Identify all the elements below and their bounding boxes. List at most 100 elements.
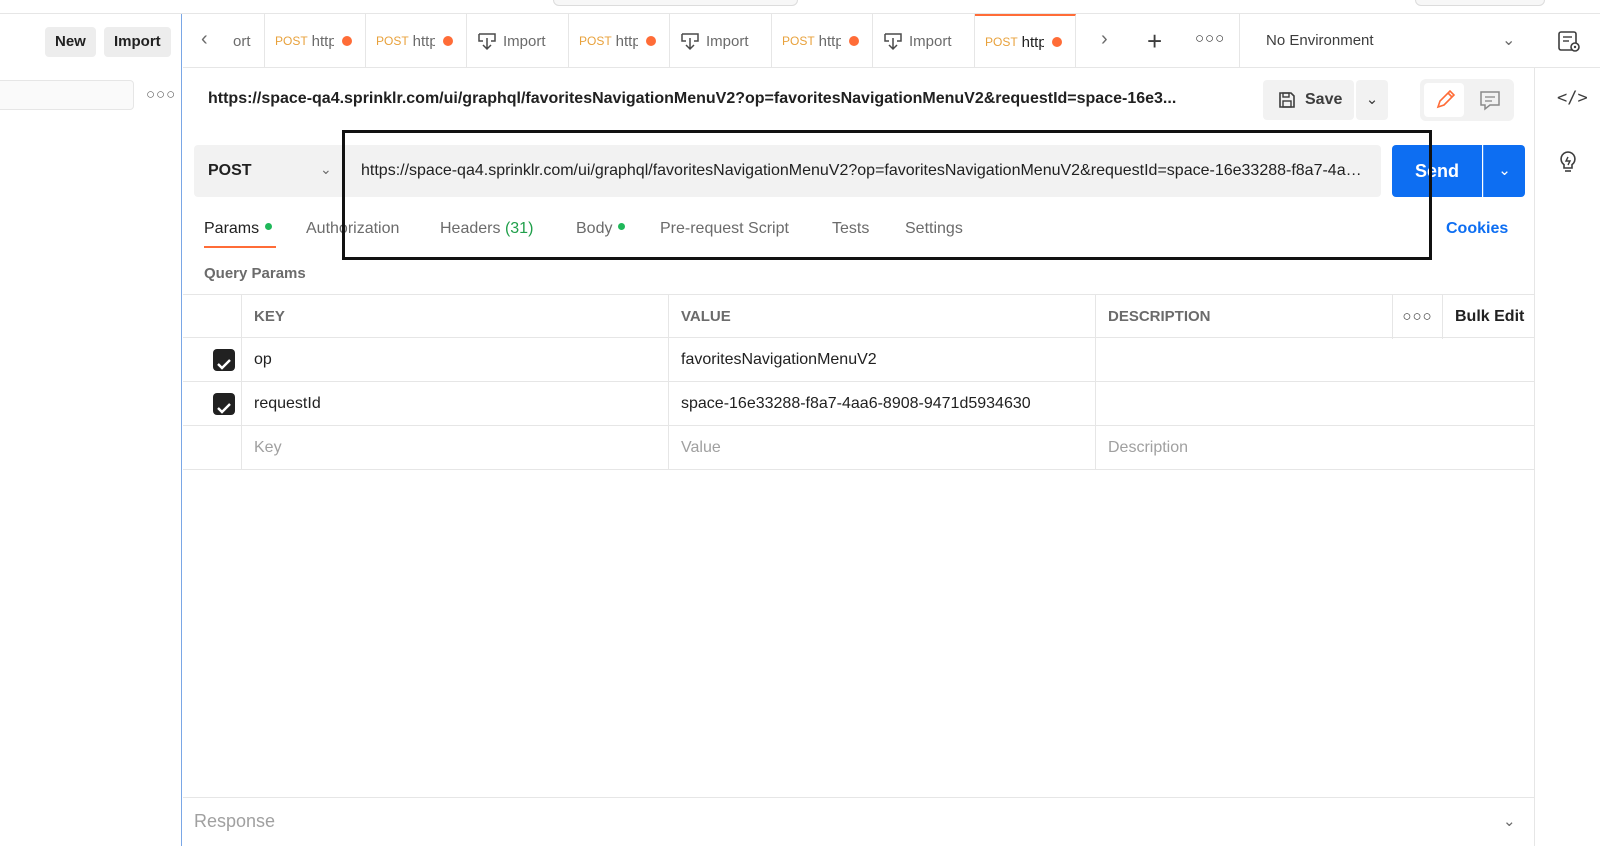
import-icon xyxy=(478,33,496,51)
new-button[interactable]: New xyxy=(45,27,96,57)
param-key-placeholder[interactable]: Key xyxy=(242,426,669,470)
new-tab-plus-icon[interactable]: + xyxy=(1147,26,1162,57)
column-header-description: DESCRIPTION xyxy=(1096,295,1393,339)
param-key-cell[interactable]: op xyxy=(242,338,669,382)
param-value-placeholder[interactable]: Value xyxy=(669,426,1096,470)
import-icon xyxy=(681,33,699,51)
send-options-chevron-icon[interactable]: ⌄ xyxy=(1483,145,1525,197)
header-checkbox-cell xyxy=(183,295,242,339)
tab-import[interactable]: Import xyxy=(670,14,772,68)
tab-method: POST xyxy=(579,34,612,48)
http-method-label: POST xyxy=(208,162,252,179)
checkbox-checked[interactable] xyxy=(213,349,235,371)
tab-name: http xyxy=(818,32,841,50)
tab-partial[interactable]: ort xyxy=(225,14,265,68)
checkmark-icon xyxy=(217,403,231,414)
query-params-heading: Query Params xyxy=(204,265,306,282)
save-button[interactable]: Save xyxy=(1263,80,1354,120)
tab-more-icon[interactable]: ○○○ xyxy=(1195,30,1225,47)
checkmark-icon xyxy=(217,359,231,370)
tab-headers[interactable]: Headers (31) xyxy=(440,220,533,238)
column-options-icon[interactable]: ○○○ xyxy=(1393,295,1443,339)
import-icon xyxy=(884,33,902,51)
table-row-empty: Key Value Description xyxy=(183,426,1534,470)
tab-settings[interactable]: Settings xyxy=(905,220,963,238)
http-method-select[interactable]: POST ⌄ xyxy=(194,145,344,197)
right-sidebar: </> xyxy=(1534,68,1600,846)
unsaved-dot-icon xyxy=(341,36,352,46)
tab-post-request[interactable]: POST http xyxy=(265,14,366,68)
comments-mode-button[interactable] xyxy=(1472,83,1508,117)
tab-name: ort xyxy=(233,32,251,50)
param-description-cell[interactable] xyxy=(1096,338,1534,382)
chevron-down-icon: ⌄ xyxy=(320,161,332,177)
tab-body[interactable]: Body xyxy=(576,220,626,238)
top-right-control[interactable] xyxy=(1415,0,1545,6)
view-mode-toggle xyxy=(1420,79,1514,121)
tab-tests[interactable]: Tests xyxy=(832,220,869,238)
unsaved-dot-icon xyxy=(1051,37,1062,47)
tab-authorization[interactable]: Authorization xyxy=(306,220,399,238)
save-label: Save xyxy=(1305,91,1343,108)
tab-name: http xyxy=(412,32,435,50)
tab-method: POST xyxy=(275,34,308,48)
unsaved-dot-icon xyxy=(442,36,453,46)
column-header-value: VALUE xyxy=(669,295,1096,339)
tab-post-request[interactable]: POST http xyxy=(366,14,467,68)
tab-import[interactable]: Import xyxy=(467,14,569,68)
column-header-key: KEY xyxy=(242,295,669,339)
sidebar-search-input[interactable] xyxy=(0,80,134,110)
tab-method: POST xyxy=(985,35,1018,49)
param-value-cell[interactable]: favoritesNavigationMenuV2 xyxy=(669,338,1096,382)
cookies-link[interactable]: Cookies xyxy=(1446,220,1508,238)
save-icon xyxy=(1279,92,1295,108)
row-checkbox-cell xyxy=(183,338,242,382)
environment-quick-look-icon[interactable] xyxy=(1556,28,1582,54)
import-button[interactable]: Import xyxy=(104,27,171,57)
top-search-bar[interactable] xyxy=(553,0,798,6)
tab-post-request[interactable]: POST http xyxy=(772,14,873,68)
request-title[interactable]: https://space-qa4.sprinklr.com/ui/graphq… xyxy=(208,90,1218,108)
environment-selector[interactable]: No Environment ⌄ xyxy=(1239,14,1544,68)
table-row: requestId space-16e33288-f8a7-4aa6-8908-… xyxy=(183,382,1534,426)
tab-name: http xyxy=(311,32,334,50)
row-checkbox-cell xyxy=(183,426,242,470)
table-header-row: KEY VALUE DESCRIPTION ○○○ Bulk Edit xyxy=(183,294,1534,339)
tab-name: Import xyxy=(909,32,952,50)
tab-post-request-active[interactable]: POST http xyxy=(975,14,1076,68)
environment-label: No Environment xyxy=(1266,32,1374,49)
save-options-chevron-icon[interactable]: ⌄ xyxy=(1356,80,1388,120)
tab-params[interactable]: Params xyxy=(204,220,273,238)
param-description-placeholder[interactable]: Description xyxy=(1096,426,1534,470)
lightbulb-icon[interactable] xyxy=(1557,150,1579,176)
checkbox-checked[interactable] xyxy=(213,393,235,415)
code-snippet-icon[interactable]: </> xyxy=(1557,88,1588,108)
tab-import[interactable]: Import xyxy=(873,14,975,68)
param-value-cell[interactable]: space-16e33288-f8a7-4aa6-8908-9471d59346… xyxy=(669,382,1096,426)
pencil-icon xyxy=(1436,89,1456,109)
tab-name: http xyxy=(615,32,638,50)
chevron-down-icon: ⌄ xyxy=(1502,32,1516,49)
table-row: op favoritesNavigationMenuV2 xyxy=(183,338,1534,382)
tab-method: POST xyxy=(782,34,815,48)
edit-mode-button[interactable] xyxy=(1424,83,1464,117)
bulk-edit-button[interactable]: Bulk Edit xyxy=(1455,295,1524,339)
tab-post-request[interactable]: POST http xyxy=(569,14,670,68)
tab-scroll-left-icon[interactable]: ‹ xyxy=(201,28,208,51)
request-tab-bar: ‹ ort POST http POST http Import POST ht… xyxy=(183,14,1600,68)
tab-name: http xyxy=(1021,33,1044,51)
response-panel-header[interactable]: Response ⌄ xyxy=(183,797,1534,846)
tab-body-label: Body xyxy=(576,220,613,237)
tab-pre-request-script[interactable]: Pre-request Script xyxy=(660,220,789,238)
request-url-input[interactable]: https://space-qa4.sprinklr.com/ui/graphq… xyxy=(345,145,1381,197)
param-description-cell[interactable] xyxy=(1096,382,1534,426)
comment-icon xyxy=(1480,91,1500,111)
tab-scroll-right-icon[interactable]: › xyxy=(1101,28,1108,51)
send-button[interactable]: Send xyxy=(1392,145,1482,197)
more-horizontal-icon[interactable]: ○○○ xyxy=(146,86,176,103)
headers-count: (31) xyxy=(504,220,534,237)
param-key-cell[interactable]: requestId xyxy=(242,382,669,426)
active-tab-underline xyxy=(204,246,276,248)
window-top-strip xyxy=(0,0,1600,14)
response-label: Response xyxy=(194,811,276,831)
